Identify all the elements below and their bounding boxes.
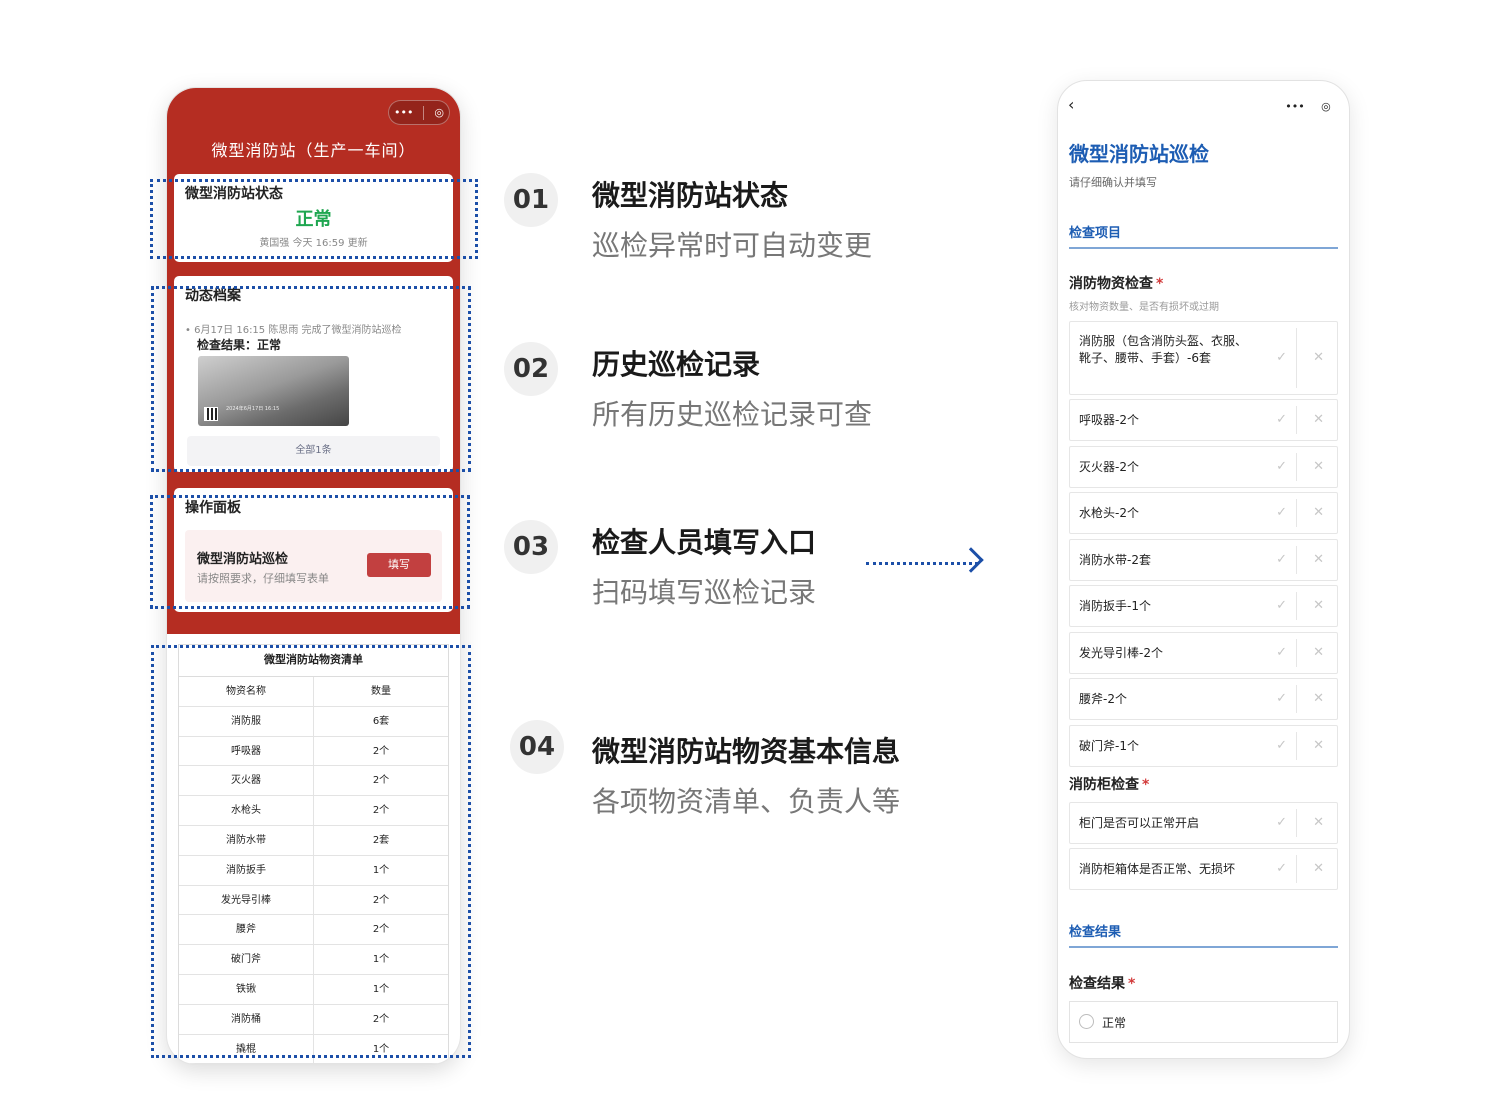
cross-icon[interactable]: ✕ bbox=[1313, 645, 1324, 660]
check-icon[interactable]: ✓ bbox=[1276, 598, 1287, 613]
divider bbox=[1296, 732, 1297, 760]
cross-icon[interactable]: ✕ bbox=[1313, 505, 1324, 520]
more-icon[interactable]: ••• bbox=[1285, 100, 1304, 113]
check-item: 消防柜箱体是否正常、无损坏 ✓ ✕ bbox=[1069, 848, 1338, 890]
section-header-items: 检查项目 bbox=[1069, 222, 1338, 249]
feature-title: 历史巡检记录 bbox=[592, 348, 761, 381]
radio-label: 正常 bbox=[1102, 1016, 1127, 1030]
feature-number: 02 bbox=[504, 342, 558, 396]
close-icon[interactable]: ◎ bbox=[434, 106, 444, 119]
highlight-inventory bbox=[151, 645, 471, 1058]
more-icon[interactable]: ••• bbox=[394, 106, 413, 119]
highlight-archive bbox=[151, 286, 471, 472]
divider bbox=[1296, 855, 1297, 883]
divider bbox=[1296, 453, 1297, 481]
right-phone: ‹ ••• ◎ 微型消防站巡检 请仔细确认并填写 检查项目 消防物资检查 * 核对… bbox=[1057, 80, 1350, 1059]
divider bbox=[1296, 685, 1297, 713]
cross-icon[interactable]: ✕ bbox=[1313, 815, 1324, 830]
question-text: 消防物资检查 bbox=[1069, 276, 1153, 292]
required-mark: * bbox=[1142, 777, 1150, 793]
highlight-status bbox=[150, 179, 478, 259]
required-mark: * bbox=[1128, 976, 1136, 992]
form-title: 微型消防站巡检 bbox=[1069, 142, 1209, 166]
check-item: 破门斧-1个 ✓ ✕ bbox=[1069, 725, 1338, 767]
check-item-label: 破门斧-1个 bbox=[1079, 739, 1139, 753]
cross-icon[interactable]: ✕ bbox=[1313, 861, 1324, 876]
check-icon[interactable]: ✓ bbox=[1276, 350, 1287, 365]
question-label: 消防柜检查 * bbox=[1069, 774, 1149, 794]
cross-icon[interactable]: ✕ bbox=[1313, 350, 1324, 365]
feature-desc: 巡检异常时可自动变更 bbox=[592, 229, 873, 262]
check-item: 发光导引棒-2个 ✓ ✕ bbox=[1069, 632, 1338, 674]
back-icon[interactable]: ‹ bbox=[1068, 95, 1074, 114]
cross-icon[interactable]: ✕ bbox=[1313, 412, 1324, 427]
feature-title: 检查人员填写入口 bbox=[592, 526, 817, 559]
cross-icon[interactable]: ✕ bbox=[1313, 691, 1324, 706]
divider bbox=[1296, 639, 1297, 667]
check-item: 水枪头-2个 ✓ ✕ bbox=[1069, 492, 1338, 534]
arrow-right-icon bbox=[958, 547, 984, 573]
question-label: 检查结果 * bbox=[1069, 973, 1135, 993]
close-icon[interactable]: ◎ bbox=[1321, 100, 1331, 113]
feature-desc: 各项物资清单、负责人等 bbox=[592, 785, 901, 818]
required-mark: * bbox=[1156, 276, 1164, 292]
form-subtitle: 请仔细确认并填写 bbox=[1069, 176, 1157, 189]
feature-title: 微型消防站状态 bbox=[592, 179, 789, 212]
divider bbox=[1296, 592, 1297, 620]
check-icon[interactable]: ✓ bbox=[1276, 645, 1287, 660]
check-icon[interactable]: ✓ bbox=[1276, 738, 1287, 753]
divider bbox=[1296, 406, 1297, 434]
check-item: 呼吸器-2个 ✓ ✕ bbox=[1069, 399, 1338, 441]
check-item: 灭火器-2个 ✓ ✕ bbox=[1069, 446, 1338, 488]
check-icon[interactable]: ✓ bbox=[1276, 459, 1287, 474]
check-icon[interactable]: ✓ bbox=[1276, 861, 1287, 876]
check-item-label: 消防水带-2套 bbox=[1079, 553, 1151, 567]
mini-program-capsule: ••• ◎ bbox=[1277, 95, 1339, 117]
check-item-label: 发光导引棒-2个 bbox=[1079, 646, 1163, 660]
question-label: 消防物资检查 * bbox=[1069, 273, 1163, 293]
check-icon[interactable]: ✓ bbox=[1276, 691, 1287, 706]
check-item-label: 柜门是否可以正常开启 bbox=[1079, 816, 1200, 830]
page-title: 微型消防站（生产一车间） bbox=[211, 141, 416, 160]
feature-number: 04 bbox=[510, 720, 564, 774]
check-item: 消防水带-2套 ✓ ✕ bbox=[1069, 539, 1338, 581]
mini-program-capsule: ••• ◎ bbox=[388, 100, 450, 125]
feature-title: 微型消防站物资基本信息 bbox=[592, 735, 901, 768]
feature-number: 03 bbox=[504, 520, 558, 574]
question-text: 检查结果 bbox=[1069, 976, 1125, 992]
feature-number: 01 bbox=[504, 173, 558, 227]
divider bbox=[1296, 328, 1297, 388]
check-item: 消防扳手-1个 ✓ ✕ bbox=[1069, 585, 1338, 627]
check-item: 消防服（包含消防头盔、衣服、靴子、腰带、手套）-6套 ✓ ✕ bbox=[1069, 321, 1338, 395]
check-icon[interactable]: ✓ bbox=[1276, 552, 1287, 567]
check-item-label: 呼吸器-2个 bbox=[1079, 413, 1139, 427]
cross-icon[interactable]: ✕ bbox=[1313, 552, 1324, 567]
check-item-label: 消防服（包含消防头盔、衣服、靴子、腰带、手套）-6套 bbox=[1079, 334, 1248, 365]
question-text: 消防柜检查 bbox=[1069, 777, 1139, 793]
divider bbox=[1296, 499, 1297, 527]
divider bbox=[1296, 546, 1297, 574]
check-item-label: 消防柜箱体是否正常、无损坏 bbox=[1079, 862, 1236, 876]
cross-icon[interactable]: ✕ bbox=[1313, 598, 1324, 613]
feature-desc: 所有历史巡检记录可查 bbox=[592, 398, 873, 431]
feature-desc: 扫码填写巡检记录 bbox=[592, 576, 817, 609]
check-icon[interactable]: ✓ bbox=[1276, 505, 1287, 520]
check-item: 柜门是否可以正常开启 ✓ ✕ bbox=[1069, 802, 1338, 844]
question-hint: 核对物资数量、是否有损坏或过期 bbox=[1069, 302, 1219, 313]
radio-button[interactable] bbox=[1079, 1014, 1094, 1029]
check-item-label: 腰斧-2个 bbox=[1079, 692, 1127, 706]
check-item-label: 消防扳手-1个 bbox=[1079, 599, 1151, 613]
check-item: 腰斧-2个 ✓ ✕ bbox=[1069, 678, 1338, 720]
check-icon[interactable]: ✓ bbox=[1276, 815, 1287, 830]
check-item-label: 灭火器-2个 bbox=[1079, 460, 1139, 474]
divider bbox=[1296, 809, 1297, 837]
section-header-result: 检查结果 bbox=[1069, 921, 1338, 948]
check-icon[interactable]: ✓ bbox=[1276, 412, 1287, 427]
cross-icon[interactable]: ✕ bbox=[1313, 459, 1324, 474]
cross-icon[interactable]: ✕ bbox=[1313, 738, 1324, 753]
result-radio-option[interactable]: 正常 bbox=[1069, 1001, 1338, 1043]
highlight-panel bbox=[150, 495, 470, 609]
capsule-divider bbox=[423, 105, 425, 120]
check-item-label: 水枪头-2个 bbox=[1079, 506, 1139, 520]
